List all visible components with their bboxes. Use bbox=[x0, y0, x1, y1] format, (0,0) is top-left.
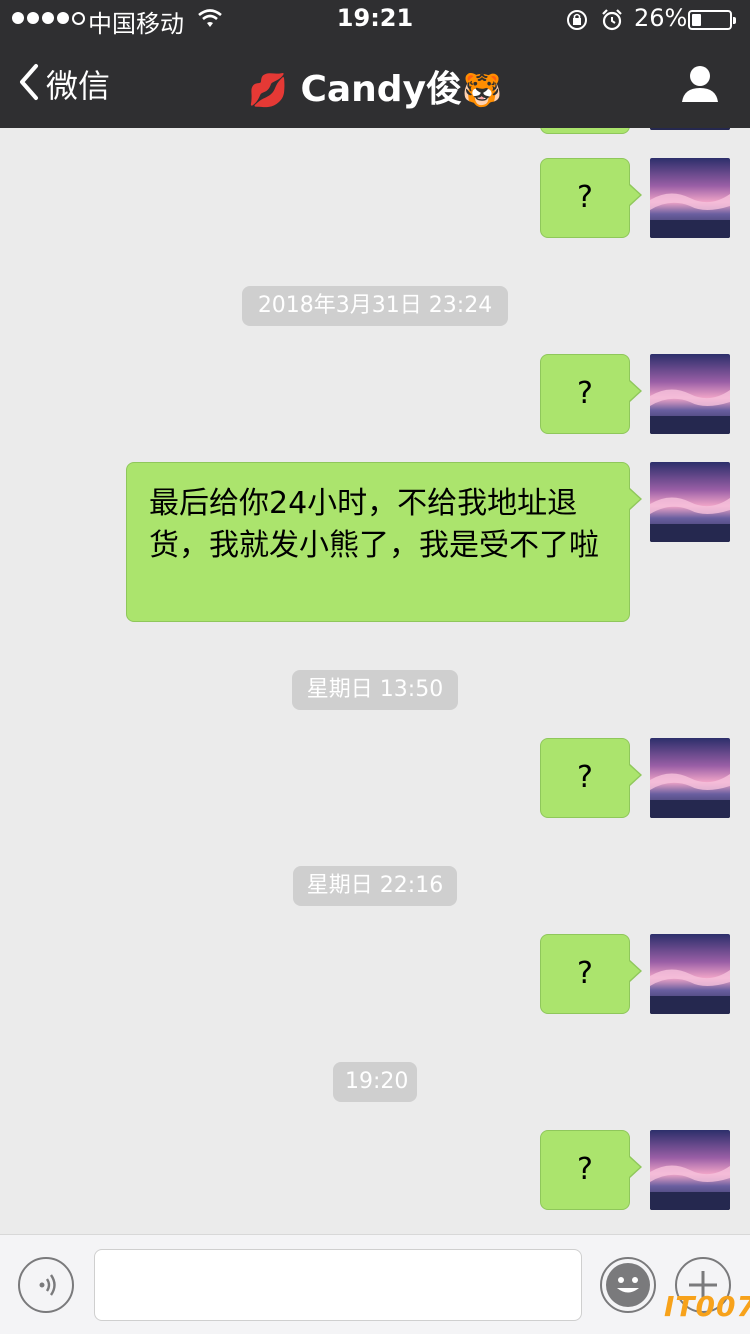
avatar[interactable] bbox=[650, 158, 730, 238]
battery-icon bbox=[688, 10, 736, 30]
alarm-icon bbox=[600, 8, 624, 38]
contact-name: Candy俊 bbox=[300, 69, 463, 110]
avatar[interactable] bbox=[650, 934, 730, 1014]
message-bubble[interactable]: ? bbox=[540, 738, 642, 818]
timestamp-label: 星期日 22:16 bbox=[293, 866, 457, 906]
rotation-lock-icon bbox=[565, 8, 589, 38]
status-bar: 中国移动 19:21 26% bbox=[0, 0, 750, 40]
top-bar: 中国移动 19:21 26% 微信 💋 Candy俊🐯 bbox=[0, 0, 750, 128]
message-bubble-partial[interactable] bbox=[540, 128, 630, 134]
avatar[interactable] bbox=[650, 738, 730, 818]
avatar[interactable] bbox=[650, 354, 730, 434]
message-bubble[interactable]: ? bbox=[540, 158, 642, 238]
profile-button[interactable] bbox=[680, 64, 720, 108]
input-bar bbox=[0, 1234, 750, 1334]
chat-title: 💋 Candy俊🐯 bbox=[0, 60, 750, 112]
tiger-emoji: 🐯 bbox=[462, 71, 502, 109]
timestamp-label: 19:20 bbox=[333, 1062, 417, 1102]
timestamp-label: 星期日 13:50 bbox=[292, 670, 458, 710]
message-bubble[interactable]: ? bbox=[540, 354, 642, 434]
message-bubble[interactable]: ? bbox=[540, 1130, 642, 1210]
voice-button[interactable] bbox=[18, 1257, 74, 1313]
avatar[interactable] bbox=[650, 128, 730, 130]
lips-emoji: 💋 bbox=[248, 71, 288, 109]
smiley-icon bbox=[602, 1263, 654, 1315]
message-bubble[interactable]: ? bbox=[540, 934, 642, 1014]
avatar[interactable] bbox=[650, 462, 730, 542]
message-bubble[interactable]: 最后给你24小时，不给我地址退货，我就发小熊了，我是受不了啦 bbox=[126, 462, 642, 622]
emoji-button[interactable] bbox=[600, 1257, 656, 1313]
person-icon bbox=[680, 66, 720, 108]
voice-icon bbox=[20, 1274, 72, 1315]
timestamp-label: 2018年3月31日 23:24 bbox=[242, 286, 508, 326]
avatar[interactable] bbox=[650, 1130, 730, 1210]
battery-percentage: 26% bbox=[634, 4, 688, 32]
chat-area[interactable]: ? 2018年3月31日 23:24 ? 最后给你24小时，不给我地址退货，我就… bbox=[0, 128, 750, 1234]
watermark-logo: IT007 bbox=[664, 1290, 750, 1323]
message-input[interactable] bbox=[94, 1249, 582, 1321]
